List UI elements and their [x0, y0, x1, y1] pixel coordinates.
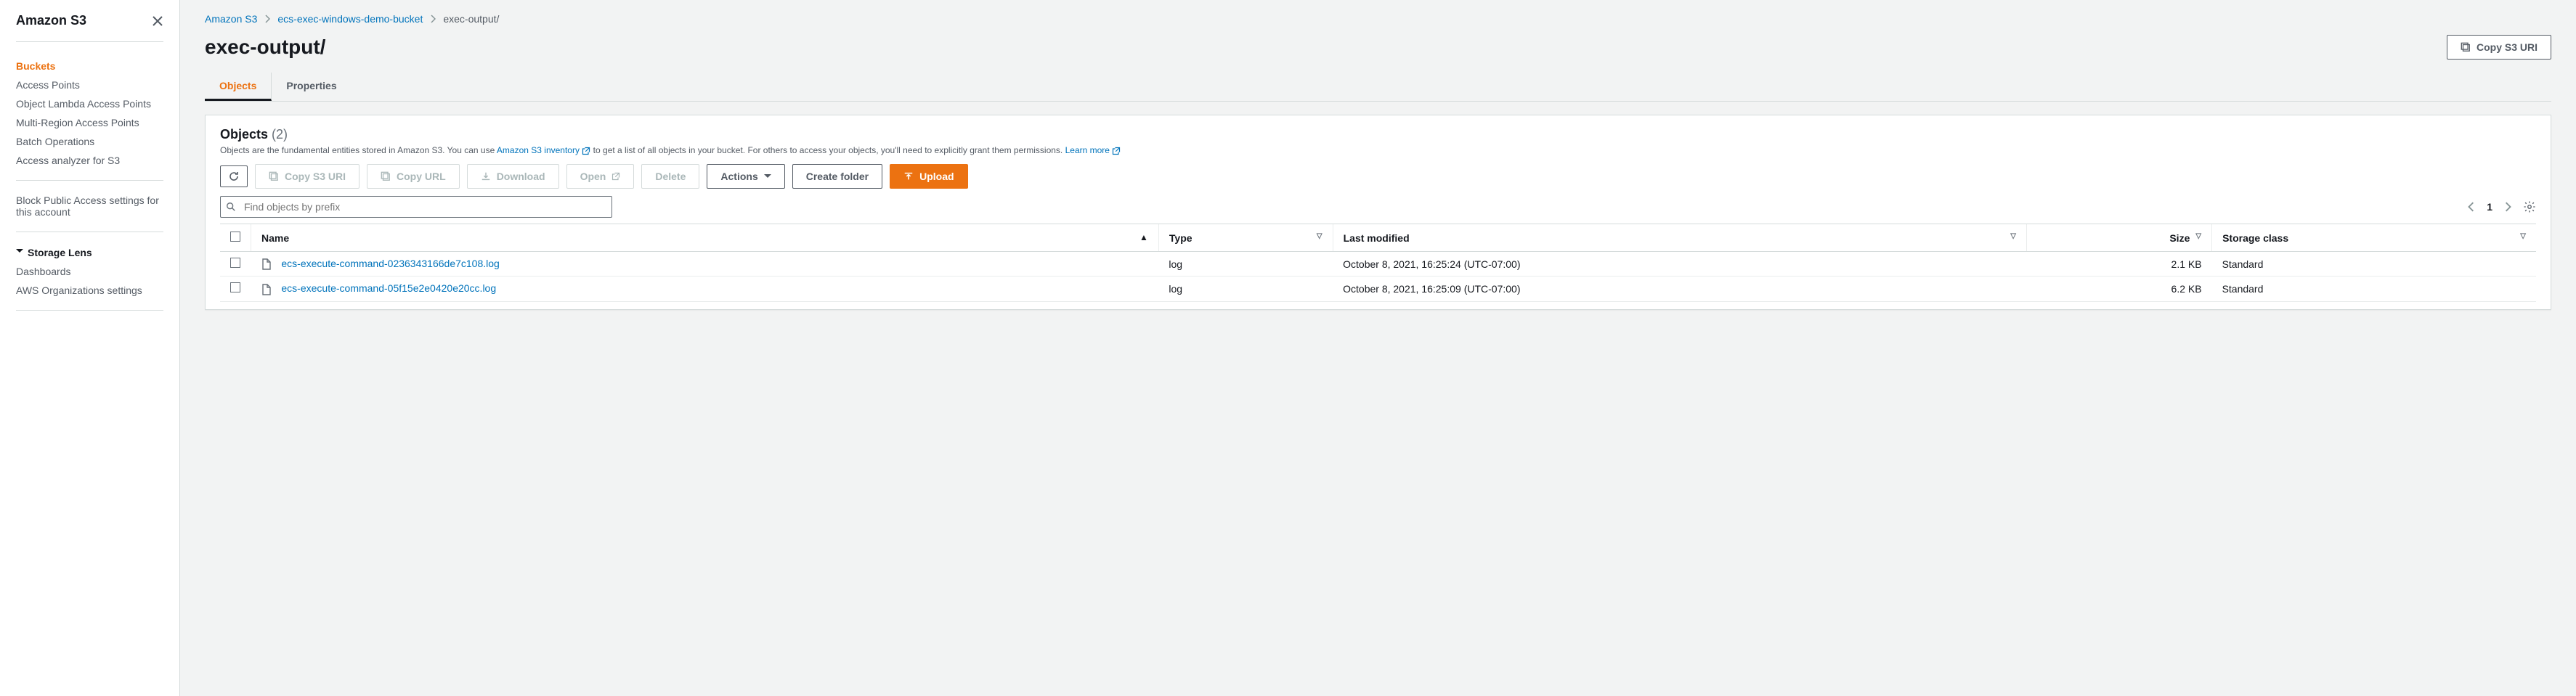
breadcrumb-root[interactable]: Amazon S3 [205, 13, 257, 25]
page-title: exec-output/ [205, 36, 325, 59]
sidebar-item-dashboards[interactable]: Dashboards [16, 262, 163, 281]
download-button: Download [467, 164, 559, 189]
panel-title: Objects (2) [220, 127, 288, 142]
sidebar: Amazon S3 Buckets Access Points Object L… [0, 0, 180, 696]
delete-button: Delete [641, 164, 699, 189]
objects-panel: Objects (2) Objects are the fundamental … [205, 115, 2551, 310]
sidebar-item-block-public[interactable]: Block Public Access settings for this ac… [16, 191, 163, 221]
chevron-right-icon [264, 15, 270, 23]
sidebar-item-multi-region[interactable]: Multi-Region Access Points [16, 113, 163, 132]
objects-table: Name ▲ Type ▽ Last modified ▽ Size [220, 224, 2536, 302]
copy-url-button: Copy URL [367, 164, 460, 189]
sort-icon: ▽ [2195, 232, 2201, 240]
cell-type: log [1158, 277, 1333, 301]
col-name[interactable]: Name [261, 232, 289, 244]
sidebar-item-buckets[interactable]: Buckets [16, 57, 163, 75]
cell-modified: October 8, 2021, 16:25:09 (UTC-07:00) [1333, 277, 2026, 301]
search-input[interactable] [220, 196, 612, 218]
row-checkbox[interactable] [230, 282, 240, 292]
inventory-link[interactable]: Amazon S3 inventory [497, 145, 580, 155]
sort-asc-icon: ▲ [1139, 232, 1148, 242]
cell-storage: Standard [2212, 252, 2536, 277]
caret-down-icon [764, 174, 771, 181]
file-icon [261, 282, 275, 294]
upload-icon [903, 171, 914, 181]
refresh-icon [228, 171, 240, 182]
next-page-icon [2504, 202, 2511, 212]
col-modified[interactable]: Last modified [1344, 232, 1410, 244]
object-link[interactable]: ecs-execute-command-05f15e2e0420e20cc.lo… [281, 282, 496, 294]
copy-icon [2461, 42, 2471, 52]
col-storage[interactable]: Storage class [2222, 232, 2288, 244]
sort-icon: ▽ [2520, 232, 2526, 240]
close-icon[interactable] [152, 15, 163, 27]
col-type[interactable]: Type [1169, 232, 1192, 244]
external-link-icon [612, 172, 620, 181]
main-content: Amazon S3 ecs-exec-windows-demo-bucket e… [180, 0, 2576, 696]
file-icon [261, 258, 275, 269]
download-icon [481, 171, 491, 181]
cell-type: log [1158, 252, 1333, 277]
table-row: ecs-execute-command-05f15e2e0420e20cc.lo… [220, 277, 2536, 301]
sort-icon: ▽ [1317, 232, 1322, 240]
breadcrumb-current: exec-output/ [443, 13, 499, 25]
table-row: ecs-execute-command-0236343166de7c108.lo… [220, 252, 2536, 277]
sidebar-title: Amazon S3 [16, 13, 86, 28]
cell-size: 2.1 KB [2026, 252, 2211, 277]
tab-properties[interactable]: Properties [272, 73, 351, 101]
learn-more-link[interactable]: Learn more [1065, 145, 1110, 155]
col-size[interactable]: Size [2169, 232, 2190, 244]
page-number: 1 [2487, 201, 2492, 213]
cell-modified: October 8, 2021, 16:25:24 (UTC-07:00) [1333, 252, 2026, 277]
settings-icon[interactable] [2523, 200, 2536, 213]
panel-description: Objects are the fundamental entities sto… [220, 145, 2536, 155]
upload-button[interactable]: Upload [890, 164, 967, 189]
cell-storage: Standard [2212, 277, 2536, 301]
search-input-wrapper [220, 196, 612, 218]
prev-page-icon [2468, 202, 2475, 212]
breadcrumb: Amazon S3 ecs-exec-windows-demo-bucket e… [205, 13, 2551, 25]
sidebar-item-aws-orgs[interactable]: AWS Organizations settings [16, 281, 163, 300]
divider [16, 310, 163, 311]
sidebar-item-access-points[interactable]: Access Points [16, 75, 163, 94]
caret-down-icon [16, 246, 23, 258]
sort-icon: ▽ [2010, 232, 2016, 240]
panel-count: (2) [272, 127, 288, 142]
copy-s3-uri-label: Copy S3 URI [2477, 40, 2538, 54]
pager: 1 [2468, 200, 2536, 213]
breadcrumb-bucket[interactable]: ecs-exec-windows-demo-bucket [277, 13, 423, 25]
object-link[interactable]: ecs-execute-command-0236343166de7c108.lo… [281, 258, 499, 269]
sidebar-item-object-lambda[interactable]: Object Lambda Access Points [16, 94, 163, 113]
tab-objects[interactable]: Objects [205, 73, 272, 101]
select-all-checkbox[interactable] [230, 232, 240, 242]
open-button: Open [566, 164, 635, 189]
copy-icon [381, 171, 391, 181]
external-link-icon [582, 147, 590, 155]
actions-dropdown[interactable]: Actions [707, 164, 784, 189]
sidebar-group-storage-lens[interactable]: Storage Lens [16, 242, 163, 262]
create-folder-button[interactable]: Create folder [792, 164, 882, 189]
cell-size: 6.2 KB [2026, 277, 2211, 301]
copy-icon [269, 171, 279, 181]
sidebar-item-batch-ops[interactable]: Batch Operations [16, 132, 163, 151]
external-link-icon [1112, 147, 1121, 155]
sidebar-group-label: Storage Lens [28, 247, 92, 258]
panel-title-text: Objects [220, 127, 268, 142]
tabs: Objects Properties [205, 73, 2551, 102]
chevron-right-icon [430, 15, 436, 23]
copy-s3-uri-button-disabled: Copy S3 URI [255, 164, 359, 189]
row-checkbox[interactable] [230, 258, 240, 268]
search-icon [226, 202, 236, 212]
divider [16, 180, 163, 181]
sidebar-item-access-analyzer[interactable]: Access analyzer for S3 [16, 151, 163, 170]
refresh-button[interactable] [220, 165, 248, 187]
copy-s3-uri-button[interactable]: Copy S3 URI [2447, 35, 2551, 60]
